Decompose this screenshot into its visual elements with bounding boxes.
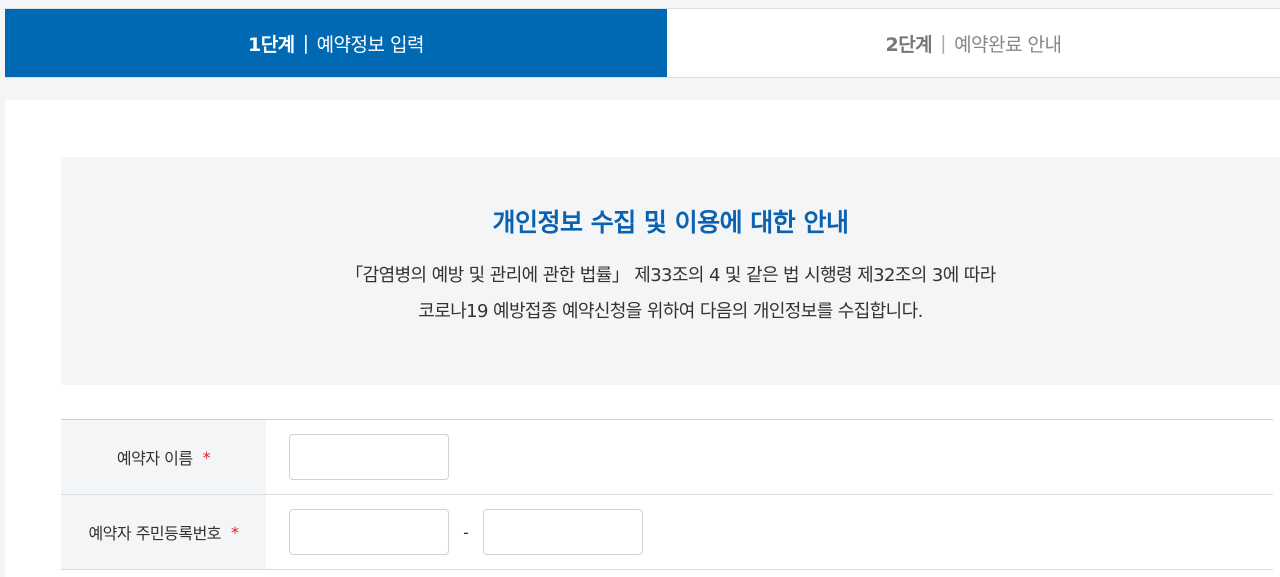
rrn-back-input[interactable] — [483, 509, 643, 555]
rrn-required-mark: * — [231, 522, 239, 542]
step-progress-bar: 1단계 | 예약정보 입력 2단계 | 예약완료 안내 — [5, 8, 1280, 78]
step-1-separator: | — [302, 32, 309, 54]
step-1-label: 예약정보 입력 — [316, 33, 425, 56]
main-content: 개인정보 수집 및 이용에 대한 안내 「감염병의 예방 및 관리에 관한 법률… — [5, 100, 1280, 577]
name-label-cell: 예약자 이름 * — [61, 420, 266, 494]
rrn-row: 예약자 주민등록번호 * - — [61, 495, 1273, 570]
name-input[interactable] — [289, 434, 449, 480]
privacy-notice-box: 개인정보 수집 및 이용에 대한 안내 「감염병의 예방 및 관리에 관한 법률… — [61, 157, 1280, 385]
reservation-form: 예약자 이름 * 예약자 주민등록번호 * - — [61, 419, 1273, 570]
step-2-label: 예약완료 안내 — [954, 33, 1062, 56]
rrn-separator: - — [463, 522, 469, 542]
rrn-front-input[interactable] — [289, 509, 449, 555]
name-required-mark: * — [202, 447, 211, 467]
name-label: 예약자 이름 — [116, 449, 193, 468]
name-row: 예약자 이름 * — [61, 420, 1273, 495]
step-2-separator: | — [940, 32, 947, 54]
step-2-tab: 2단계 | 예약완료 안내 — [667, 9, 1280, 77]
privacy-notice-line-2: 코로나19 예방접종 예약신청을 위하여 다음의 개인정보를 수집합니다. — [418, 301, 923, 322]
rrn-label-cell: 예약자 주민등록번호 * — [61, 495, 266, 569]
rrn-field-cell: - — [266, 495, 1273, 569]
rrn-label: 예약자 주민등록번호 — [88, 524, 222, 543]
privacy-notice-line-1: 「감염병의 예방 및 관리에 관한 법률」 제33조의 4 및 같은 법 시행령… — [345, 265, 996, 286]
step-1-tab: 1단계 | 예약정보 입력 — [5, 9, 667, 77]
step-1-number: 1단계 — [247, 33, 295, 56]
name-field-cell — [266, 420, 1273, 494]
step-2-number: 2단계 — [885, 33, 933, 56]
privacy-notice-title: 개인정보 수집 및 이용에 대한 안내 — [492, 208, 849, 237]
